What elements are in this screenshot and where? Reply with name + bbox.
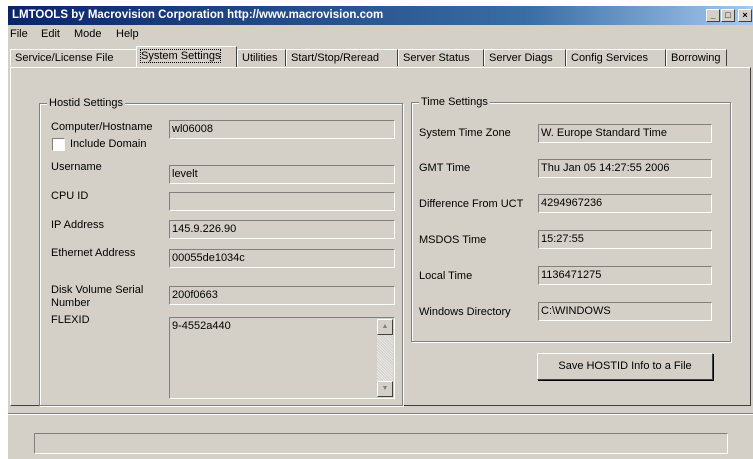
- msdos-time-field[interactable]: 15:27:55: [538, 230, 712, 249]
- tab-strip: Service/License File System Settings Uti…: [8, 46, 753, 68]
- status-separator: [8, 413, 753, 415]
- windows-directory-field[interactable]: C:\WINDOWS: [538, 302, 712, 321]
- include-domain-label: Include Domain: [70, 138, 147, 150]
- difference-from-uct-label: Difference From UCT: [419, 198, 524, 210]
- computer-hostname-field[interactable]: wl06008: [169, 120, 395, 139]
- ethernet-address-field[interactable]: 00055de1034c: [169, 249, 395, 268]
- scroll-up-arrow-icon[interactable]: ▲: [377, 319, 393, 335]
- menu-bar: File Edit Mode Help: [8, 26, 753, 44]
- msdos-time-label: MSDOS Time: [419, 234, 487, 246]
- hostid-settings-group: Hostid Settings Computer/Hostname wl0600…: [39, 97, 403, 406]
- system-time-zone-field[interactable]: W. Europe Standard Time: [538, 124, 712, 143]
- system-time-zone-label: System Time Zone: [419, 127, 511, 139]
- cpu-id-label: CPU ID: [51, 190, 89, 202]
- time-settings-group: Time Settings System Time Zone W. Europe…: [411, 96, 731, 342]
- cpu-id-field[interactable]: [169, 192, 395, 211]
- menu-help[interactable]: Help: [116, 28, 139, 40]
- gmt-time-field[interactable]: Thu Jan 05 14:27:55 2006: [538, 159, 712, 178]
- maximize-button[interactable]: □: [721, 9, 735, 22]
- disk-volume-serial-field[interactable]: 200f0663: [169, 286, 395, 305]
- flexid-scrollbar[interactable]: ▲ ▼: [377, 319, 393, 397]
- system-settings-panel: Hostid Settings Computer/Hostname wl0600…: [10, 67, 751, 406]
- tab-start-stop-reread[interactable]: Start/Stop/Reread: [286, 49, 398, 66]
- flexid-label: FLEXID: [51, 314, 90, 326]
- menu-edit[interactable]: Edit: [41, 28, 60, 40]
- include-domain-checkbox[interactable]: [52, 138, 65, 151]
- username-label: Username: [51, 161, 102, 173]
- tab-system-settings[interactable]: System Settings: [136, 46, 237, 67]
- tab-borrowing[interactable]: Borrowing: [666, 49, 727, 66]
- computer-hostname-label: Computer/Hostname: [51, 121, 153, 133]
- window-title: LMTOOLS by Macrovision Corporation http:…: [12, 9, 384, 21]
- tab-server-diags[interactable]: Server Diags: [484, 49, 566, 66]
- menu-mode[interactable]: Mode: [74, 28, 102, 40]
- lmtools-window: LMTOOLS by Macrovision Corporation http:…: [8, 6, 753, 459]
- save-hostid-button[interactable]: Save HOSTID Info to a File: [537, 353, 713, 380]
- ethernet-address-label: Ethernet Address: [51, 247, 136, 259]
- hostid-settings-label: Hostid Settings: [47, 97, 125, 109]
- username-field[interactable]: levelt: [169, 165, 395, 184]
- local-time-label: Local Time: [419, 270, 473, 282]
- ip-address-label: IP Address: [51, 219, 104, 231]
- tab-config-services[interactable]: Config Services: [566, 49, 666, 66]
- ip-address-field[interactable]: 145.9.226.90: [169, 220, 395, 239]
- windows-directory-label: Windows Directory: [419, 306, 511, 318]
- local-time-field[interactable]: 1136471275: [538, 266, 712, 285]
- tab-utilities[interactable]: Utilities: [237, 49, 286, 66]
- gmt-time-label: GMT Time: [419, 162, 471, 174]
- disk-volume-serial-label: Disk Volume Serial: [51, 284, 144, 296]
- tab-service-license-file[interactable]: Service/License File: [10, 49, 139, 66]
- status-bar: [34, 433, 728, 454]
- time-settings-label: Time Settings: [419, 96, 490, 108]
- scroll-down-arrow-icon[interactable]: ▼: [377, 381, 393, 397]
- difference-from-uct-field[interactable]: 4294967236: [538, 194, 712, 213]
- flexid-field[interactable]: 9-4552a440 ▲ ▼: [169, 317, 395, 399]
- flexid-value: 9-4552a440: [172, 320, 231, 332]
- tab-server-status[interactable]: Server Status: [398, 49, 484, 66]
- title-bar[interactable]: LMTOOLS by Macrovision Corporation http:…: [8, 6, 753, 25]
- menu-file[interactable]: File: [10, 28, 28, 40]
- close-button[interactable]: ×: [738, 9, 752, 22]
- minimize-button[interactable]: _: [706, 9, 720, 22]
- disk-volume-serial-label-line2: Number: [51, 297, 91, 309]
